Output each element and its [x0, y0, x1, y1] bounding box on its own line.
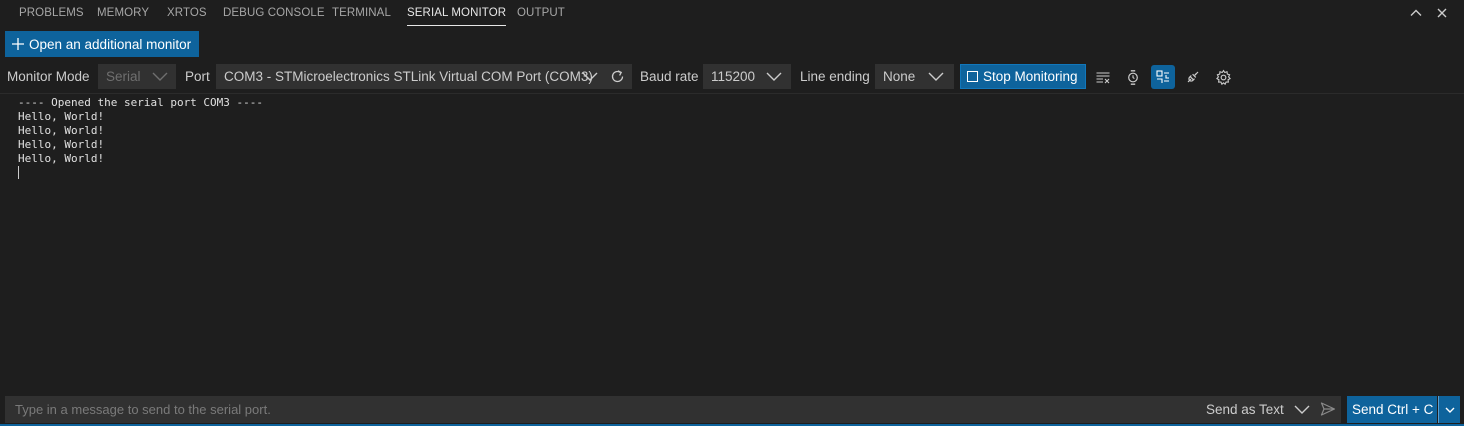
- output-line: Hello, World!: [18, 138, 105, 151]
- tab-problems[interactable]: PROBLEMS: [19, 0, 84, 28]
- settings-button[interactable]: [1211, 65, 1235, 89]
- close-icon: [1437, 8, 1447, 18]
- message-input[interactable]: [5, 396, 1185, 423]
- tab-debug-console[interactable]: DEBUG CONSOLE: [223, 0, 325, 28]
- plus-icon: [12, 38, 24, 50]
- port-label: Port: [185, 69, 210, 84]
- toggle-terminal-mode-button[interactable]: [1151, 65, 1175, 89]
- tab-memory[interactable]: MEMORY: [97, 0, 149, 28]
- close-panel-button[interactable]: [1431, 3, 1453, 23]
- send-icon[interactable]: [1319, 400, 1337, 418]
- monitor-mode-label: Monitor Mode: [7, 69, 90, 84]
- tab-xrtos[interactable]: XRTOS: [167, 0, 207, 28]
- message-input-bar: Send as Text: [5, 396, 1341, 423]
- output-cursor: [18, 166, 19, 179]
- serial-output: ---- Opened the serial port COM3 ---- Hel…: [18, 96, 263, 166]
- baud-rate-value: 115200: [711, 69, 756, 84]
- refresh-icon[interactable]: [609, 68, 626, 85]
- send-as-label[interactable]: Send as Text: [1206, 396, 1284, 423]
- stop-monitoring-button[interactable]: Stop Monitoring: [960, 64, 1086, 89]
- monitor-toolbar: Monitor Mode Serial Port COM3 - STMicroe…: [0, 63, 1464, 91]
- open-additional-monitor-label: Open an additional monitor: [29, 36, 192, 52]
- timestamp-icon: [1128, 70, 1138, 85]
- port-dropdown[interactable]: COM3 - STMicroelectronics STLink Virtual…: [216, 64, 632, 89]
- clear-output-button[interactable]: [1091, 65, 1115, 89]
- toggle-terminal-mode-icon: [1156, 70, 1169, 83]
- monitor-mode-value: Serial: [106, 69, 141, 84]
- line-ending-dropdown[interactable]: None: [875, 64, 954, 89]
- port-value: COM3 - STMicroelectronics STLink Virtual…: [224, 69, 593, 84]
- panel-tab-strip: PROBLEMS MEMORY XRTOS DEBUG CONSOLE TERM…: [0, 0, 1464, 28]
- send-options-button[interactable]: [1438, 396, 1460, 423]
- stop-icon: [967, 71, 978, 82]
- chevron-down-icon: [582, 72, 598, 81]
- chevron-down-icon: [152, 72, 168, 81]
- tab-terminal[interactable]: TERMINAL: [332, 0, 391, 28]
- output-line: Hello, World!: [18, 124, 105, 137]
- stop-monitoring-label: Stop Monitoring: [983, 69, 1078, 84]
- line-ending-value: None: [883, 69, 916, 84]
- chevron-down-icon: [1445, 407, 1454, 413]
- settings-icon: [1215, 69, 1231, 85]
- open-in-terminal-icon: [1187, 71, 1199, 83]
- open-in-terminal-button[interactable]: [1181, 65, 1205, 89]
- chevron-down-icon: [928, 72, 944, 81]
- baud-rate-dropdown[interactable]: 115200: [703, 64, 791, 89]
- monitor-mode-dropdown[interactable]: Serial: [98, 64, 176, 89]
- chevron-up-icon: [1410, 9, 1422, 16]
- chevron-down-icon[interactable]: [1293, 401, 1311, 418]
- timestamp-button[interactable]: [1121, 65, 1145, 89]
- toolbar-divider: [0, 93, 1464, 94]
- output-line: Hello, World!: [18, 152, 105, 165]
- output-line: ---- Opened the serial port COM3 ----: [18, 96, 264, 109]
- send-button-label: Send Ctrl + C: [1352, 402, 1434, 417]
- open-additional-monitor-button[interactable]: Open an additional monitor: [5, 31, 199, 57]
- output-line: Hello, World!: [18, 110, 105, 123]
- clear-output-icon: [1096, 72, 1110, 84]
- baud-rate-label: Baud rate: [640, 69, 699, 84]
- maximize-panel-button[interactable]: [1405, 3, 1427, 23]
- tab-serial-monitor[interactable]: SERIAL MONITOR: [407, 0, 507, 28]
- chevron-down-icon: [766, 72, 782, 81]
- tab-output[interactable]: OUTPUT: [517, 0, 565, 28]
- send-button[interactable]: Send Ctrl + C: [1347, 396, 1437, 423]
- line-ending-label: Line ending: [800, 69, 870, 84]
